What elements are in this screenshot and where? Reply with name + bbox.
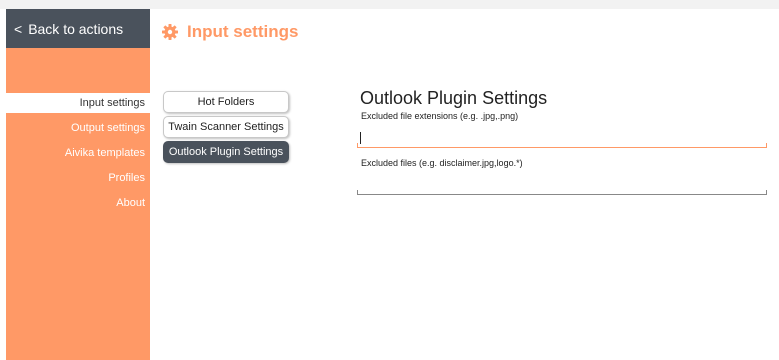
sidebar-item-label: Profiles (108, 172, 145, 184)
excluded-extensions-label: Excluded file extensions (e.g. .jpg,.png… (361, 111, 519, 121)
sidebar-item-label: Aivika templates (64, 147, 145, 159)
excluded-files-input[interactable] (360, 180, 760, 192)
excluded-extensions-field (357, 127, 767, 148)
page-header: Input settings (162, 22, 298, 42)
twain-scanner-settings-button[interactable]: Twain Scanner Settings (163, 116, 289, 138)
excluded-files-label: Excluded files (e.g. disclaimer.jpg,logo… (361, 158, 523, 168)
outlook-plugin-settings-button[interactable]: Outlook Plugin Settings (163, 141, 289, 163)
outlook-plugin-settings-panel: Outlook Plugin Settings Excluded file ex… (357, 88, 767, 195)
button-label: Hot Folders (197, 96, 255, 108)
sidebar-item-profiles[interactable]: Profiles (6, 166, 150, 191)
sidebar: < Back to actions Input settings Output s… (6, 9, 150, 360)
excluded-extensions-input[interactable] (360, 133, 760, 145)
text-caret (360, 132, 361, 144)
sidebar-nav: Input settings Output settings Aivika te… (6, 93, 150, 216)
sidebar-item-input-settings[interactable]: Input settings (6, 93, 150, 113)
back-button-label: Back to actions (28, 21, 124, 37)
sidebar-item-label: Output settings (71, 122, 145, 134)
page-title: Input settings (187, 22, 299, 41)
sidebar-item-about[interactable]: About (6, 191, 150, 216)
chevron-left-icon: < (14, 21, 23, 37)
settings-subnav: Hot Folders Twain Scanner Settings Outlo… (163, 91, 289, 166)
button-label: Outlook Plugin Settings (168, 146, 284, 158)
sidebar-item-aivika-templates[interactable]: Aivika templates (6, 141, 150, 166)
back-to-actions-button[interactable]: < Back to actions (6, 9, 150, 48)
excluded-files-field (357, 174, 767, 195)
top-strip (0, 0, 779, 9)
gear-icon (162, 24, 178, 40)
button-label: Twain Scanner Settings (168, 121, 284, 133)
app-window: < Back to actions Input settings Output s… (0, 0, 779, 360)
sidebar-item-output-settings[interactable]: Output settings (6, 116, 150, 141)
sidebar-item-label: About (116, 197, 145, 209)
sidebar-item-label: Input settings (79, 97, 145, 109)
hot-folders-button[interactable]: Hot Folders (163, 91, 289, 113)
section-title: Outlook Plugin Settings (360, 88, 548, 108)
